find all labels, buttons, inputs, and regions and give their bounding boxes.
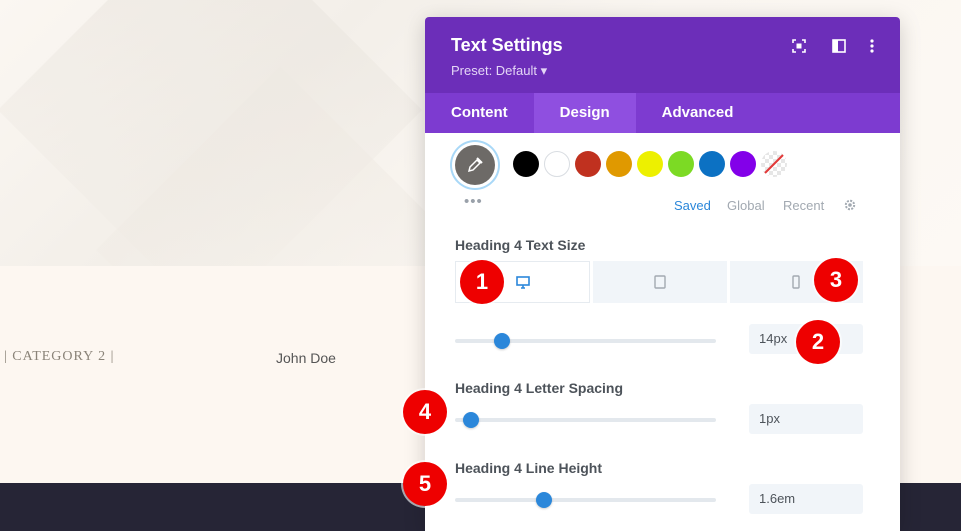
line-height-input[interactable]: 1.6em [749,484,863,514]
palette-tab-global[interactable]: Global [727,198,765,213]
color-picker-button[interactable] [455,145,495,185]
slider-knob[interactable] [462,412,479,428]
swatch-transparent[interactable] [761,151,787,177]
slider-knob[interactable] [494,333,511,349]
swatch-purple[interactable] [730,151,756,177]
text-size-label: Heading 4 Text Size [455,237,586,253]
annotation-badge-1: 1 [460,260,504,304]
author-meta[interactable]: John Doe [276,350,336,366]
swatch-yellow[interactable] [637,151,663,177]
palette-tab-saved[interactable]: Saved [674,198,711,213]
tablet-icon [654,275,666,289]
tab-content[interactable]: Content [425,93,534,133]
panel-header: Text Settings Preset: Default ▾ [425,17,900,93]
swatch-blue[interactable] [699,151,725,177]
focus-icon[interactable] [790,37,808,55]
phone-icon [792,275,801,289]
annotation-badge-4: 4 [403,390,447,434]
letter-spacing-label: Heading 4 Letter Spacing [455,380,624,396]
more-vertical-icon[interactable] [863,37,881,55]
text-size-slider[interactable] [455,333,716,349]
palette-tab-recent[interactable]: Recent [783,198,824,213]
slider-knob[interactable] [535,492,552,508]
swatch-black[interactable] [513,151,539,177]
preset-dropdown[interactable]: Preset: Default ▾ [451,63,547,79]
swatch-white[interactable] [544,151,570,177]
eyedropper-icon [467,157,483,173]
tab-design[interactable]: Design [533,93,636,133]
swatch-green[interactable] [668,151,694,177]
line-height-label: Heading 4 Line Height [455,460,603,476]
annotation-badge-2: 2 [796,320,840,364]
gear-icon[interactable] [843,198,857,212]
tab-advanced[interactable]: Advanced [636,93,760,133]
annotation-badge-5: 5 [403,462,447,506]
annotation-badge-3: 3 [814,258,858,302]
swatch-red[interactable] [575,151,601,177]
category-meta: | CATEGORY 2 | [4,349,115,364]
more-colors-button[interactable]: ••• [464,193,483,210]
device-tablet-button[interactable] [593,261,727,303]
desktop-icon [515,275,530,289]
line-height-slider[interactable] [455,492,716,508]
swatch-orange[interactable] [606,151,632,177]
letter-spacing-input[interactable]: 1px [749,404,863,434]
device-toggle [455,261,863,303]
panel-title: Text Settings [451,35,563,55]
letter-spacing-slider[interactable] [455,412,716,428]
split-view-icon[interactable] [830,37,848,55]
settings-tabs: Content Design Advanced [425,93,900,133]
